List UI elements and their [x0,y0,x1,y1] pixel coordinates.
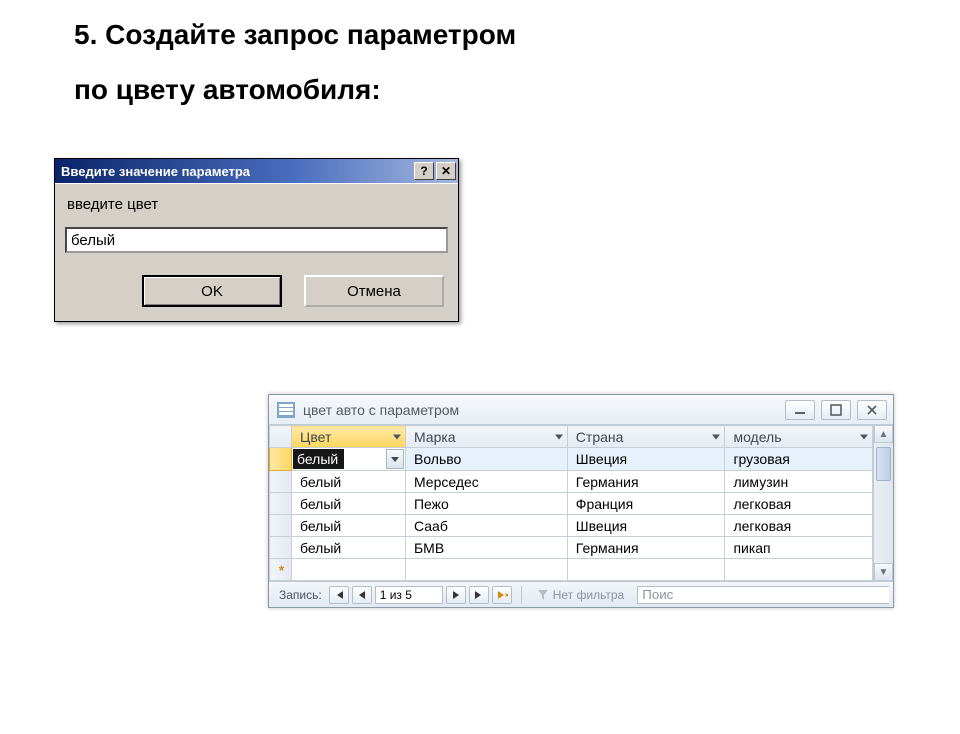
next-record-button[interactable] [446,586,466,604]
combo-dropdown-button[interactable] [386,449,404,469]
dialog-title: Введите значение параметра [61,164,412,179]
cell-brand[interactable]: Мерседес [405,471,567,493]
row-selector[interactable]: * [270,559,292,581]
column-label: Цвет [300,429,331,445]
cell-country[interactable]: Швеция [567,515,725,537]
combo-value: белый [293,449,344,469]
scroll-thumb[interactable] [876,447,891,481]
table-row[interactable]: белый Мерседес Германия лимузин [270,471,873,493]
filter-icon [537,589,549,601]
table-row[interactable]: белый БМВ Германия пикап [270,537,873,559]
vertical-scrollbar[interactable]: ▲ ▼ [873,425,893,581]
table-row[interactable]: белый Пежо Франция легковая [270,493,873,515]
row-selector[interactable] [270,471,292,493]
prev-record-button[interactable] [352,586,372,604]
dialog-titlebar[interactable]: Введите значение параметра ? ✕ [55,159,458,183]
column-header-color[interactable]: Цвет [292,426,406,448]
record-navigator: Запись: Нет фильтра [269,581,893,607]
cell-brand[interactable] [405,559,567,581]
minimize-button[interactable] [785,400,815,420]
help-icon: ? [420,164,427,178]
select-all-corner[interactable] [270,426,292,448]
cell-country[interactable]: Германия [567,537,725,559]
maximize-button[interactable] [821,400,851,420]
cell-brand[interactable]: Вольво [405,448,567,471]
column-label: Марка [414,429,456,445]
record-label: Запись: [279,588,322,602]
cell-country[interactable] [567,559,725,581]
chevron-down-icon [712,434,720,439]
results-window: цвет авто с параметром Цвет Марка Страна… [268,394,894,608]
parameter-dialog: Введите значение параметра ? ✕ введите ц… [54,158,459,322]
nav-separator [521,586,522,604]
filter-status[interactable]: Нет фильтра [537,588,625,602]
close-button[interactable]: ✕ [436,162,456,180]
results-grid: Цвет Марка Страна модель белый Вольво [269,425,873,581]
cell-model[interactable]: грузовая [725,448,873,471]
first-record-button[interactable] [329,586,349,604]
cell-color-combo[interactable]: белый [292,448,406,471]
cell-brand[interactable]: Пежо [405,493,567,515]
results-titlebar[interactable]: цвет авто с параметром [269,395,893,425]
column-label: модель [733,429,781,445]
cell-color[interactable]: белый [292,537,406,559]
filter-label: Нет фильтра [553,588,625,602]
table-row[interactable]: белый Сааб Швеция легковая [270,515,873,537]
search-input[interactable] [637,586,889,604]
record-position-input[interactable] [375,586,443,604]
header-row: Цвет Марка Страна модель [270,426,873,448]
chevron-down-icon [860,434,868,439]
cell-country[interactable]: Франция [567,493,725,515]
cell-model[interactable]: пикап [725,537,873,559]
new-record-row[interactable]: * [270,559,873,581]
parameter-input[interactable] [65,227,448,253]
cancel-button[interactable]: Отмена [304,275,444,307]
cell-brand[interactable]: БМВ [405,537,567,559]
new-record-button[interactable] [492,586,512,604]
cell-color[interactable] [292,559,406,581]
chevron-down-icon [393,434,401,439]
ok-button[interactable]: OK [142,275,282,307]
last-record-button[interactable] [469,586,489,604]
chevron-down-icon [555,434,563,439]
cell-color[interactable]: белый [292,515,406,537]
cell-model[interactable] [725,559,873,581]
row-selector[interactable] [270,448,292,471]
datasheet-icon [277,402,295,418]
cell-model[interactable]: легковая [725,515,873,537]
new-record-icon: * [278,562,285,578]
close-window-button[interactable] [857,400,887,420]
task-heading-line1: 5. Создайте запрос параметром [74,14,960,56]
row-selector[interactable] [270,493,292,515]
cell-model[interactable]: легковая [725,493,873,515]
cell-color[interactable]: белый [292,471,406,493]
column-header-brand[interactable]: Марка [405,426,567,448]
chevron-down-icon [391,457,399,462]
scroll-down-button[interactable]: ▼ [874,563,893,581]
column-header-country[interactable]: Страна [567,426,725,448]
scroll-up-button[interactable]: ▲ [874,425,893,443]
cell-country[interactable]: Германия [567,471,725,493]
help-button[interactable]: ? [414,162,434,180]
column-header-model[interactable]: модель [725,426,873,448]
cell-color[interactable]: белый [292,493,406,515]
table-row[interactable]: белый Вольво Швеция грузовая [270,448,873,471]
column-label: Страна [576,429,624,445]
results-title: цвет авто с параметром [303,402,779,418]
close-icon: ✕ [441,164,451,178]
cell-country[interactable]: Швеция [567,448,725,471]
cell-model[interactable]: лимузин [725,471,873,493]
task-heading-line2: по цвету автомобиля: [74,74,960,106]
row-selector[interactable] [270,515,292,537]
cell-brand[interactable]: Сааб [405,515,567,537]
row-selector[interactable] [270,537,292,559]
dialog-prompt: введите цвет [67,196,448,213]
